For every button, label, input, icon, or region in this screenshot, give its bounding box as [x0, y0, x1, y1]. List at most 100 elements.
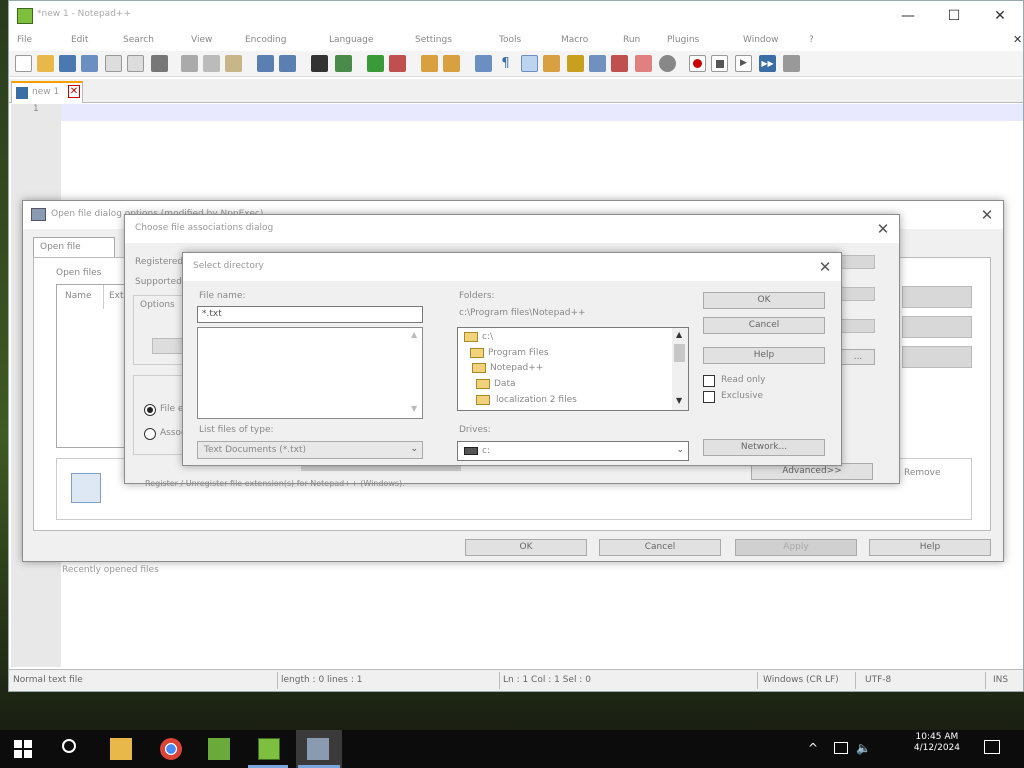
maximize-button[interactable]: ☐	[931, 1, 977, 31]
menu-settings[interactable]: Settings	[415, 35, 452, 45]
stop-record-icon[interactable]	[711, 55, 728, 72]
folder-item[interactable]: Notepad++	[490, 363, 543, 373]
minimize-button[interactable]: —	[885, 1, 931, 31]
dialog-taskbar-icon[interactable]	[307, 738, 329, 760]
sync-v-icon[interactable]	[421, 55, 438, 72]
show-all-chars-icon[interactable]: ¶	[497, 55, 514, 72]
close-all-icon[interactable]	[127, 55, 144, 72]
close-file-icon[interactable]	[105, 55, 122, 72]
fg-dialog-close-button[interactable]: ✕	[813, 255, 837, 279]
folder-item[interactable]: c:\	[482, 332, 493, 342]
sync-h-icon[interactable]	[443, 55, 460, 72]
mid-side-button-1[interactable]	[841, 255, 875, 269]
menu-macro[interactable]: Macro	[561, 35, 588, 45]
record-icon[interactable]	[689, 55, 706, 72]
tab-open-file[interactable]: Open file	[33, 237, 115, 257]
clock[interactable]: 10:45 AM 4/12/2024	[914, 732, 960, 754]
mid-side-button-2[interactable]	[841, 287, 875, 301]
find-icon[interactable]	[311, 55, 328, 72]
title-bar[interactable]: *new 1 - Notepad++ — ☐ ✕	[9, 1, 1023, 31]
func-list-icon[interactable]	[589, 55, 606, 72]
menu-view[interactable]: View	[191, 35, 212, 45]
menu-encoding[interactable]: Encoding	[245, 35, 286, 45]
monitor-icon[interactable]	[635, 55, 652, 72]
menu-edit[interactable]: Edit	[71, 35, 88, 45]
replace-icon[interactable]	[335, 55, 352, 72]
copy-icon[interactable]	[203, 55, 220, 72]
speaker-icon[interactable]: 🔈	[856, 741, 871, 755]
cancel-button[interactable]: Cancel	[599, 539, 721, 556]
record-macro-gray-icon[interactable]	[659, 55, 676, 72]
new-file-icon[interactable]	[15, 55, 32, 72]
open-file-icon[interactable]	[37, 55, 54, 72]
ok-button[interactable]: OK	[465, 539, 587, 556]
word-wrap-icon[interactable]	[475, 55, 492, 72]
zoom-in-icon[interactable]	[367, 55, 384, 72]
search-icon[interactable]	[62, 739, 76, 753]
drives-select[interactable]: c: ⌄	[457, 441, 689, 461]
menu-run[interactable]: Run	[623, 35, 640, 45]
save-icon[interactable]	[59, 55, 76, 72]
side-button-1[interactable]	[902, 286, 972, 308]
close-button[interactable]: ✕	[977, 1, 1023, 31]
tab-new-1[interactable]: new 1 ✕	[11, 81, 83, 103]
undo-icon[interactable]	[257, 55, 274, 72]
folder-item[interactable]: Data	[494, 379, 516, 389]
menu-language[interactable]: Language	[329, 35, 373, 45]
current-line-highlight[interactable]	[61, 104, 1023, 121]
fg-help-button[interactable]: Help	[703, 347, 825, 364]
menu-window[interactable]: Window	[743, 35, 779, 45]
filetype-select[interactable]: Text Documents (*.txt) ⌄	[197, 441, 423, 459]
mid-dialog-titlebar[interactable]: Choose file associations dialog ✕	[125, 215, 899, 243]
doc-map-icon[interactable]	[567, 55, 584, 72]
menu-tools[interactable]: Tools	[499, 35, 521, 45]
exclusive-checkbox[interactable]	[703, 391, 715, 403]
save-all-icon[interactable]	[81, 55, 98, 72]
tray-expand-icon[interactable]: ^	[808, 741, 818, 755]
app-frog-icon[interactable]	[208, 738, 230, 760]
notifications-icon[interactable]	[984, 740, 1000, 754]
status-encoding[interactable]: UTF-8	[865, 675, 891, 685]
folder-item[interactable]: Program Files	[488, 348, 549, 358]
network-icon[interactable]	[834, 742, 848, 754]
fg-cancel-button[interactable]: Cancel	[703, 317, 825, 334]
mid-dialog-close-button[interactable]: ✕	[871, 217, 895, 241]
help-button[interactable]: Help	[869, 539, 991, 556]
fg-dialog-titlebar[interactable]: Select directory ✕	[183, 253, 841, 281]
save-macro-icon[interactable]	[783, 55, 800, 72]
run-multiple-icon[interactable]: ▶▶	[759, 55, 776, 72]
side-button-3[interactable]	[902, 346, 972, 368]
readonly-checkbox[interactable]	[703, 375, 715, 387]
print-icon[interactable]	[151, 55, 168, 72]
menu-file[interactable]: File	[17, 35, 32, 45]
files-list-scrollbar[interactable]: ▲ ▼	[408, 328, 422, 418]
folder-item[interactable]: localization 2 files	[496, 395, 577, 405]
folder-as-workspace-icon[interactable]	[611, 55, 628, 72]
menu-help[interactable]: ?	[809, 35, 814, 45]
menu-plugins[interactable]: Plugins	[667, 35, 699, 45]
mid-dots-button[interactable]: ...	[841, 349, 875, 365]
udl-icon[interactable]	[543, 55, 560, 72]
status-eol[interactable]: Windows (CR LF)	[763, 675, 839, 685]
folders-list[interactable]: c:\ Program Files Notepad++ Data localiz…	[457, 327, 689, 411]
mid-side-button-3[interactable]	[841, 319, 875, 333]
windows-start-icon[interactable]	[14, 740, 32, 758]
chrome-icon[interactable]	[160, 738, 182, 760]
menu-search[interactable]: Search	[123, 35, 154, 45]
radio-file-ext[interactable]	[144, 404, 156, 416]
filename-input[interactable]: *.txt	[197, 306, 423, 323]
dialog-close-button[interactable]: ✕	[975, 203, 999, 227]
redo-icon[interactable]	[279, 55, 296, 72]
notepadpp-taskbar-icon[interactable]	[258, 738, 280, 760]
paste-icon[interactable]	[225, 55, 242, 72]
cut-icon[interactable]	[181, 55, 198, 72]
close-doc-icon[interactable]: ✕	[1013, 33, 1022, 46]
fg-ok-button[interactable]: OK	[703, 292, 825, 309]
files-list[interactable]: ▲ ▼	[197, 327, 423, 419]
indent-guide-icon[interactable]	[521, 55, 538, 72]
apply-button[interactable]: Apply	[735, 539, 857, 556]
side-button-2[interactable]	[902, 316, 972, 338]
zoom-out-icon[interactable]	[389, 55, 406, 72]
tab-close-icon[interactable]: ✕	[68, 85, 80, 98]
play-macro-icon[interactable]: ▶	[735, 55, 752, 72]
